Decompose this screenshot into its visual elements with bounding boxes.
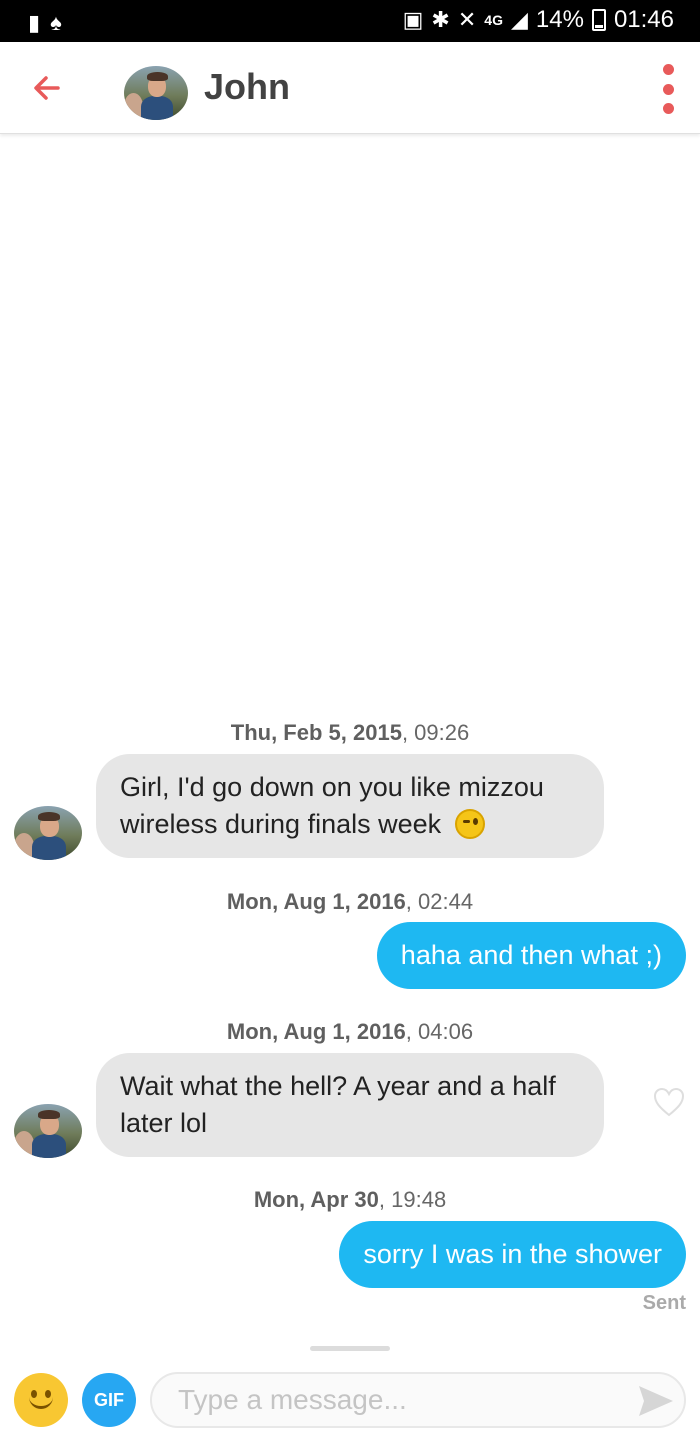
emoji-button[interactable] bbox=[14, 1373, 68, 1427]
sender-avatar[interactable] bbox=[14, 806, 82, 860]
incoming-message[interactable]: Girl, I'd go down on you like mizzou wir… bbox=[96, 754, 604, 858]
send-button[interactable] bbox=[636, 1382, 676, 1420]
avatar-photo bbox=[124, 66, 188, 120]
message-text: Wait what the hell? A year and a half la… bbox=[120, 1071, 556, 1138]
signal-icon: ◢ bbox=[510, 7, 528, 32]
sent-status: Sent bbox=[642, 1292, 686, 1314]
message-timestamp: Thu, Feb 5, 2015, 09:26 bbox=[230, 720, 470, 745]
battery-icon bbox=[591, 9, 606, 31]
match-avatar[interactable] bbox=[124, 66, 188, 120]
status-bar: ▮ ♠ ▣ ✱ ✕ 4G ◢ 14% 01:46 bbox=[0, 0, 700, 42]
clock: 01:46 bbox=[613, 6, 674, 33]
incoming-message[interactable]: Wait what the hell? A year and a half la… bbox=[96, 1053, 604, 1157]
message-timestamp: Mon, Aug 1, 2016, 04:06 bbox=[226, 1019, 474, 1044]
back-button[interactable] bbox=[28, 68, 68, 108]
outgoing-message[interactable]: sorry I was in the shower bbox=[339, 1221, 686, 1288]
message-composer bbox=[150, 1372, 686, 1428]
status-right: ▣ ✱ ✕ 4G ◢ 14% 01:46 bbox=[403, 6, 674, 34]
snapchat-icon: ♠ bbox=[50, 10, 62, 35]
avatar-photo bbox=[14, 806, 82, 860]
gif-button[interactable]: GIF bbox=[82, 1373, 136, 1427]
message-input[interactable] bbox=[178, 1380, 618, 1420]
vpn-icon: ▣ bbox=[402, 7, 424, 32]
mute-icon: ✕ bbox=[457, 7, 477, 32]
status-left: ▮ ♠ bbox=[28, 9, 62, 37]
match-name[interactable]: John bbox=[204, 66, 290, 108]
drag-handle[interactable] bbox=[310, 1346, 390, 1351]
chat-header: John bbox=[0, 42, 700, 134]
more-vertical-icon bbox=[662, 64, 674, 75]
more-options-button[interactable] bbox=[658, 64, 678, 114]
sender-avatar[interactable] bbox=[14, 1104, 82, 1158]
message-timestamp: Mon, Apr 30, 19:48 bbox=[253, 1187, 447, 1212]
outgoing-message[interactable]: haha and then what ;) bbox=[376, 922, 686, 989]
network-label: 4G bbox=[484, 12, 503, 28]
like-heart-icon[interactable] bbox=[652, 1086, 686, 1118]
message-text: haha and then what ;) bbox=[400, 940, 662, 970]
bluetooth-icon: ✱ bbox=[431, 7, 450, 32]
message-timestamp: Mon, Aug 1, 2016, 02:44 bbox=[226, 889, 474, 914]
message-text: sorry I was in the shower bbox=[363, 1239, 662, 1269]
notification-icon: ▮ bbox=[28, 10, 41, 35]
avatar-photo bbox=[14, 1104, 82, 1158]
winking-face-emoji bbox=[454, 809, 485, 839]
send-icon bbox=[639, 1386, 673, 1416]
battery-percent: 14% bbox=[535, 6, 584, 33]
arrow-left-icon bbox=[34, 76, 60, 100]
